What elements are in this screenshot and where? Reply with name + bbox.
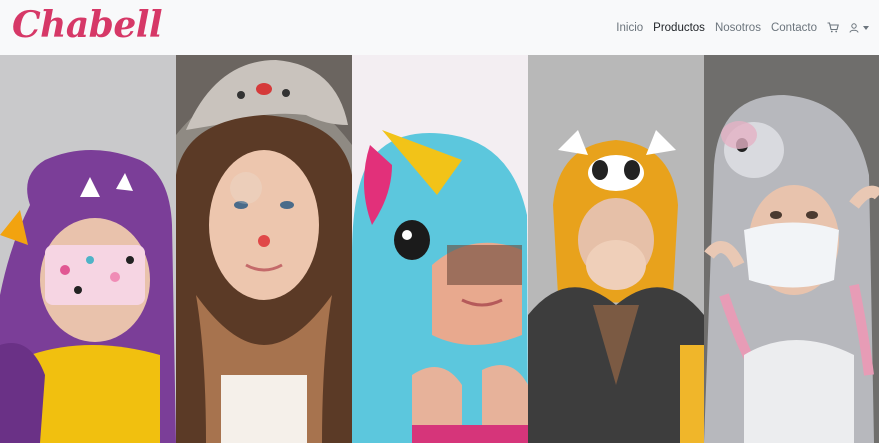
gallery-photo-red-panda [528, 55, 704, 443]
cart-icon[interactable] [827, 22, 839, 33]
gallery-photo-unicorn [352, 55, 528, 443]
hero-gallery [0, 55, 879, 443]
gallery-photo-bunny [704, 55, 879, 443]
user-icon [849, 22, 859, 33]
user-dropdown[interactable] [849, 22, 869, 33]
gallery-photo-reindeer [176, 55, 352, 443]
nav-links: Inicio Productos Nosotros Contacto [606, 0, 869, 55]
brand-logo[interactable]: Chabell [12, 4, 163, 46]
nav-link-contacto[interactable]: Contacto [771, 22, 817, 34]
nav-link-productos[interactable]: Productos [653, 22, 705, 34]
nav-link-inicio[interactable]: Inicio [616, 22, 643, 34]
gallery-photo-dragon [0, 55, 176, 443]
navbar: Chabell Inicio Productos Nosotros Contac… [0, 0, 879, 55]
nav-link-nosotros[interactable]: Nosotros [715, 22, 761, 34]
chevron-down-icon [863, 25, 869, 30]
